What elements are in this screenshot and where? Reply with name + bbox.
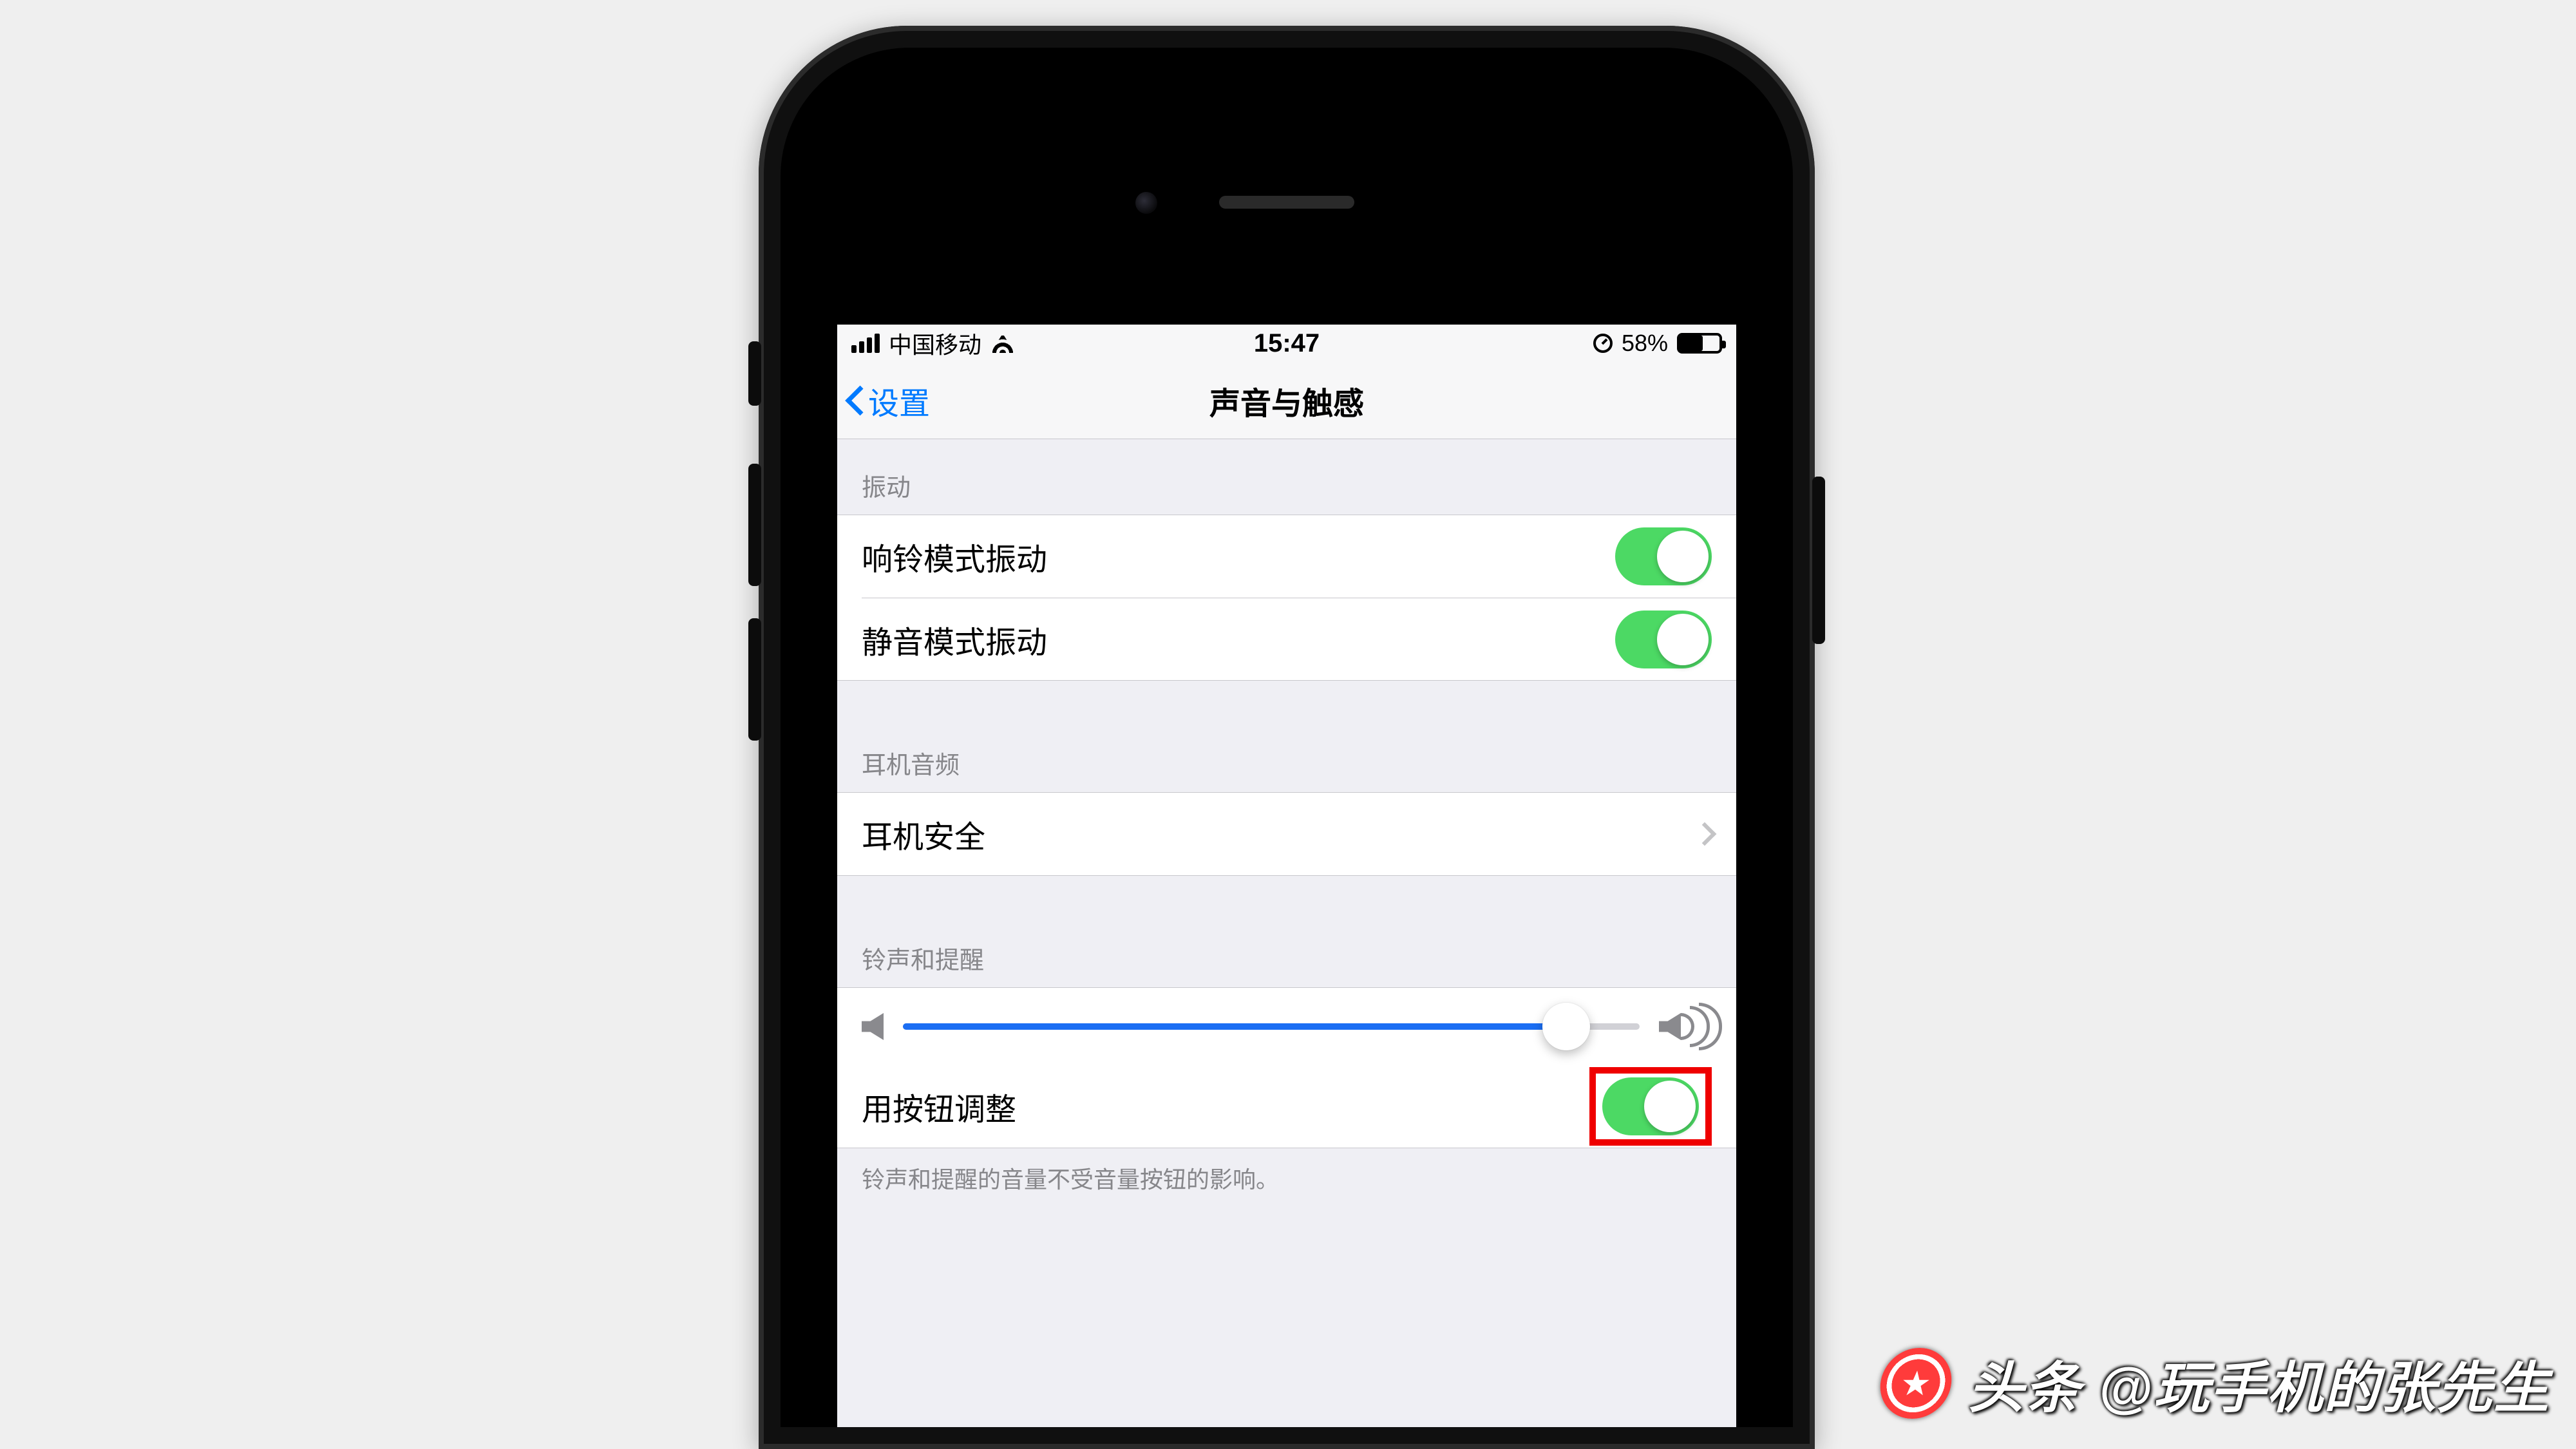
back-button[interactable]: 设置 xyxy=(846,378,930,423)
section-header-headphone: 耳机音频 xyxy=(837,681,1736,792)
chevron-left-icon xyxy=(846,384,866,417)
toggle-ring-vibrate[interactable] xyxy=(1615,527,1712,585)
row-label: 耳机安全 xyxy=(862,811,1696,857)
battery-percent: 58% xyxy=(1622,330,1668,357)
group-vibrate: 响铃模式振动 静音模式振动 xyxy=(837,515,1736,681)
watermark-text: 头条 @玩手机的张先生 xyxy=(1968,1343,2550,1423)
footer-text: 铃声和提醒的音量不受音量按钮的影响。 xyxy=(837,1148,1736,1208)
toggle-change-with-buttons[interactable] xyxy=(1602,1077,1699,1135)
row-change-with-buttons[interactable]: 用按钮调整 xyxy=(837,1065,1736,1148)
row-silent-vibrate[interactable]: 静音模式振动 xyxy=(862,598,1736,680)
toggle-silent-vibrate[interactable] xyxy=(1615,611,1712,668)
phone-frame: 中国移动 15:47 58% 设置 声音与触感 xyxy=(759,26,1815,1449)
volume-down-button xyxy=(748,618,761,741)
carrier-label: 中国移动 xyxy=(889,327,981,360)
row-label: 静音模式振动 xyxy=(862,617,1615,662)
screen: 中国移动 15:47 58% 设置 声音与触感 xyxy=(837,325,1736,1427)
section-header-vibrate: 振动 xyxy=(837,439,1736,515)
row-headphone-safety[interactable]: 耳机安全 xyxy=(837,793,1736,875)
slider-thumb[interactable] xyxy=(1542,1003,1590,1050)
status-bar: 中国移动 15:47 58% xyxy=(837,325,1736,362)
nav-bar: 设置 声音与触感 xyxy=(837,362,1736,439)
row-ring-vibrate[interactable]: 响铃模式振动 xyxy=(837,515,1736,598)
wifi-icon xyxy=(990,334,1015,353)
back-label: 设置 xyxy=(868,378,930,423)
row-volume-slider xyxy=(837,988,1736,1065)
page-title: 声音与触感 xyxy=(837,378,1736,423)
volume-slider[interactable] xyxy=(903,1023,1640,1030)
phone-bezel: 中国移动 15:47 58% 设置 声音与触感 xyxy=(781,48,1793,1427)
group-ringer: 用按钮调整 xyxy=(837,987,1736,1148)
volume-up-button xyxy=(748,464,761,586)
alarm-icon xyxy=(1593,334,1613,353)
front-camera xyxy=(1135,192,1157,214)
row-label: 响铃模式振动 xyxy=(862,534,1615,579)
battery-icon xyxy=(1677,333,1722,354)
cellular-signal-icon xyxy=(851,334,880,353)
mute-switch xyxy=(748,341,761,406)
status-time: 15:47 xyxy=(1254,329,1320,358)
watermark: 头条 @玩手机的张先生 xyxy=(1880,1343,2550,1423)
chevron-right-icon xyxy=(1696,821,1712,847)
power-button xyxy=(1812,477,1825,644)
volume-low-icon xyxy=(862,1013,884,1040)
volume-high-icon xyxy=(1659,1007,1712,1046)
highlight-box xyxy=(1589,1067,1712,1146)
group-headphone: 耳机安全 xyxy=(837,792,1736,876)
section-header-ringer: 铃声和提醒 xyxy=(837,876,1736,987)
watermark-logo-icon xyxy=(1877,1348,1955,1419)
earpiece-speaker xyxy=(1219,196,1354,209)
row-label: 用按钮调整 xyxy=(862,1084,1589,1129)
